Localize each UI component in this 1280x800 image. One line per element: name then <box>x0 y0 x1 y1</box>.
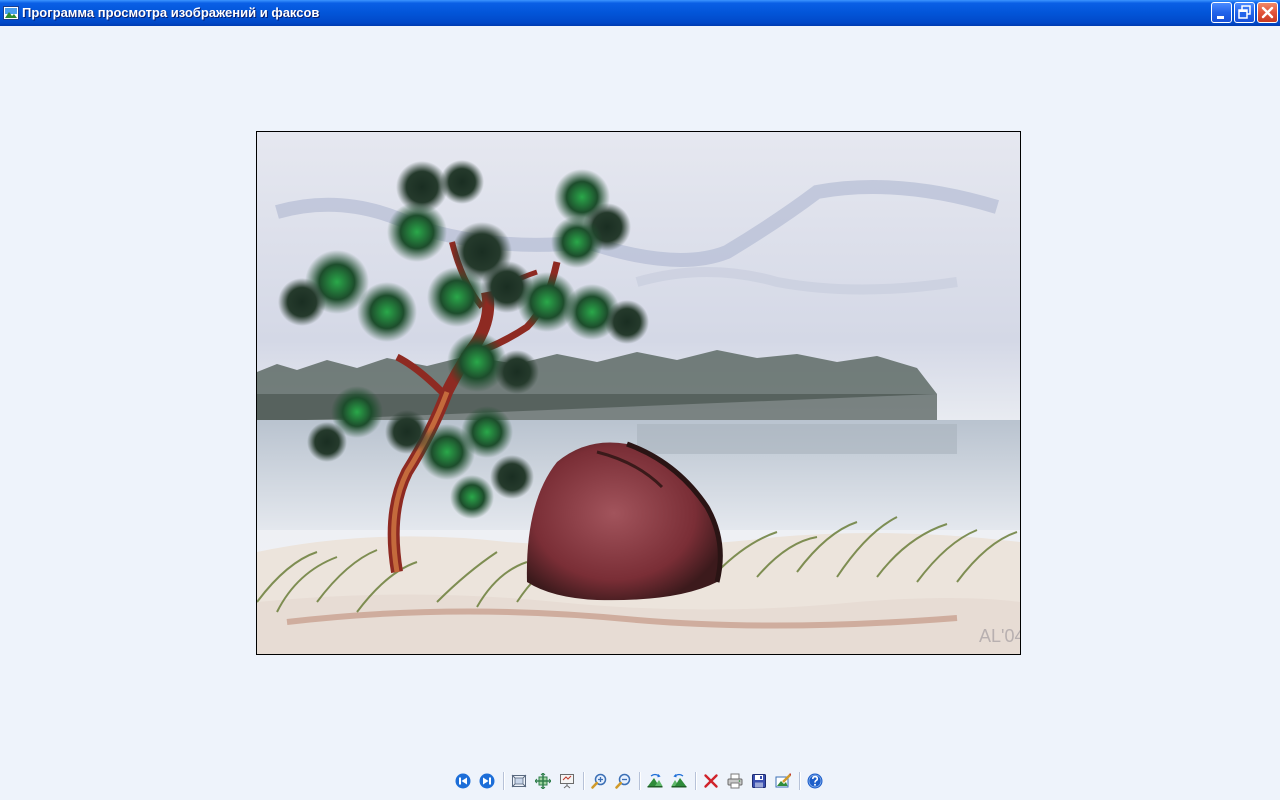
edit-button[interactable] <box>772 770 794 792</box>
delete-icon <box>704 774 718 788</box>
slideshow-icon <box>560 774 574 789</box>
actual-size-button[interactable] <box>532 770 554 792</box>
actual-size-icon <box>535 773 551 789</box>
painting-signature: AL'04 <box>979 626 1020 646</box>
best-fit-button[interactable] <box>508 770 530 792</box>
next-image-icon <box>479 773 495 789</box>
save-button[interactable] <box>748 770 770 792</box>
delete-button[interactable] <box>700 770 722 792</box>
minimize-icon <box>1217 16 1224 19</box>
rotate-clockwise-icon <box>647 773 663 788</box>
landscape-painting: AL'04 <box>257 132 1020 654</box>
toolbar-separator <box>639 772 641 790</box>
edit-icon <box>775 773 791 788</box>
previous-image-button[interactable] <box>452 770 474 792</box>
print-button[interactable] <box>724 770 746 792</box>
slideshow-button[interactable] <box>556 770 578 792</box>
app-icon[interactable] <box>3 5 19 20</box>
best-fit-icon <box>511 774 527 788</box>
toolbar-separator <box>583 772 585 790</box>
help-icon <box>807 773 823 789</box>
previous-image-icon <box>455 773 471 789</box>
toolbar-separator <box>503 772 505 790</box>
zoom-in-button[interactable] <box>588 770 610 792</box>
image-display[interactable]: AL'04 <box>256 131 1021 655</box>
rotate-counterclockwise-icon <box>671 773 687 788</box>
title-bar[interactable]: Программа просмотра изображений и факсов <box>0 0 1280 26</box>
close-button[interactable] <box>1257 2 1278 23</box>
zoom-out-button[interactable] <box>612 770 634 792</box>
zoom-in-icon <box>591 773 607 789</box>
close-icon <box>1261 6 1274 19</box>
window-title: Программа просмотра изображений и факсов <box>22 5 320 20</box>
save-icon <box>752 774 766 788</box>
print-icon <box>727 773 743 789</box>
rotate-clockwise-button[interactable] <box>644 770 666 792</box>
toolbar-separator <box>695 772 697 790</box>
restore-button[interactable] <box>1234 2 1255 23</box>
rotate-counterclockwise-button[interactable] <box>668 770 690 792</box>
zoom-out-icon <box>615 773 631 789</box>
viewer-toolbar <box>452 770 832 792</box>
help-button[interactable] <box>804 770 826 792</box>
restore-icon <box>1238 5 1251 19</box>
minimize-button[interactable] <box>1211 2 1232 23</box>
next-image-button[interactable] <box>476 770 498 792</box>
toolbar-separator <box>799 772 801 790</box>
